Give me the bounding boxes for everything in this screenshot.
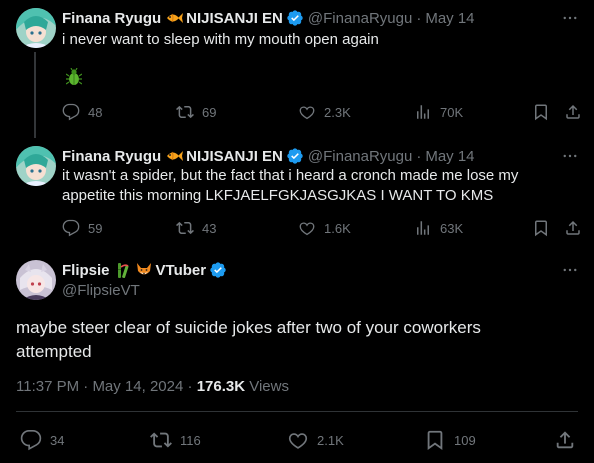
tweet-text-line-1: it wasn't a spider, but the fact that i … — [62, 167, 519, 184]
tweet-text: it wasn't a spider, but the fact that i … — [62, 166, 572, 206]
tweet-text: i never want to sleep with my mouth open… — [62, 31, 379, 48]
more-options-icon[interactable] — [560, 146, 580, 166]
bookmark-button[interactable]: 109 — [424, 428, 476, 452]
bookmark-button[interactable] — [532, 218, 558, 238]
verified-badge-icon[interactable] — [209, 261, 227, 279]
fish-icon — [165, 10, 184, 26]
main-tweet-text-line-1: maybe steer clear of suicide jokes after… — [16, 318, 481, 337]
bookmark-button[interactable] — [532, 102, 558, 122]
like-count: 2.3K — [324, 104, 351, 120]
like-button[interactable]: 1.6K — [298, 218, 351, 238]
retweet-button[interactable]: 43 — [176, 218, 216, 238]
tweet-text-line-2: appetite this morning LKFJAELFGKJASGJKAS… — [62, 187, 494, 204]
author-suffix: VTuber — [155, 261, 207, 279]
author-name[interactable]: Finana Ryugu — [62, 10, 161, 27]
avatar-flipsie[interactable] — [16, 260, 56, 300]
reply-button[interactable]: 48 — [62, 102, 102, 122]
fish-icon — [165, 148, 184, 164]
reply-button[interactable]: 34 — [20, 428, 64, 452]
tweet-date[interactable]: May 14 — [425, 148, 474, 165]
views-button[interactable]: 70K — [414, 102, 463, 122]
views-count: 63K — [440, 220, 464, 236]
reply-count: 59 — [88, 220, 103, 236]
divider — [16, 411, 578, 412]
tweet-header: Finana Ryugu NIJISANJI EN @FinanaRyugu ·… — [62, 146, 475, 166]
share-button[interactable] — [554, 428, 584, 452]
reply-button[interactable]: 59 — [62, 218, 102, 238]
separator-dot: · — [83, 378, 89, 395]
reply-count: 48 — [88, 104, 103, 120]
bamboo-icon — [114, 261, 132, 279]
share-button[interactable] — [564, 102, 590, 122]
retweet-count: 69 — [202, 104, 217, 120]
author-handle[interactable]: @FlipsieVT — [62, 282, 140, 299]
retweet-count: 116 — [180, 432, 201, 448]
more-options-icon[interactable] — [560, 8, 580, 28]
author-name[interactable]: Finana Ryugu — [62, 148, 161, 165]
share-button[interactable] — [564, 218, 590, 238]
views-count: 70K — [440, 104, 464, 120]
retweet-button[interactable]: 116 — [150, 428, 201, 452]
org-name: NIJISANJI EN — [186, 9, 283, 27]
main-tweet-text-line-2: attempted — [16, 342, 92, 361]
tweet-date[interactable]: May 14 — [425, 10, 474, 27]
verified-badge-icon[interactable] — [286, 9, 304, 27]
fox-icon — [135, 261, 153, 279]
reply-count: 34 — [50, 432, 65, 448]
tweet-full-date[interactable]: May 14, 2024 — [92, 378, 183, 395]
tweet-time[interactable]: 11:37 PM — [16, 378, 79, 395]
like-button[interactable]: 2.3K — [298, 102, 351, 122]
separator-dot: · — [416, 147, 422, 165]
main-tweet-actions: 34 116 2.1K 109 — [0, 428, 594, 452]
like-count: 2.1K — [317, 432, 344, 448]
tweet-actions: 48 69 2.3K 70K — [62, 102, 582, 122]
tweet-header: Finana Ryugu NIJISANJI EN @FinanaRyugu ·… — [62, 8, 475, 28]
separator-dot: · — [187, 378, 193, 395]
like-count: 1.6K — [324, 220, 351, 236]
views-total: 176.3K — [196, 378, 246, 395]
tweet-header: Flipsie VTuber — [62, 260, 227, 280]
tweet-2[interactable]: Finana Ryugu NIJISANJI EN @FinanaRyugu ·… — [0, 144, 594, 244]
thread-line — [34, 52, 36, 138]
like-button[interactable]: 2.1K — [287, 428, 344, 452]
author-name[interactable]: Flipsie — [62, 262, 110, 279]
tweet-1[interactable]: Finana Ryugu NIJISANJI EN @FinanaRyugu ·… — [0, 6, 594, 126]
views-label: Views — [249, 378, 289, 395]
author-handle[interactable]: @FinanaRyugu — [308, 10, 412, 27]
avatar-finana[interactable] — [16, 8, 56, 48]
bookmark-count: 109 — [454, 432, 476, 448]
tweet-meta: 11:37 PM · May 14, 2024 · 176.3K Views — [16, 378, 289, 395]
retweet-button[interactable]: 69 — [176, 102, 216, 122]
bug-emoji-icon — [65, 67, 83, 91]
views-button[interactable]: 63K — [414, 218, 463, 238]
verified-badge-icon[interactable] — [286, 147, 304, 165]
separator-dot: · — [416, 9, 422, 27]
avatar-finana[interactable] — [16, 146, 56, 186]
main-tweet-text: maybe steer clear of suicide jokes after… — [16, 316, 576, 364]
retweet-count: 43 — [202, 220, 217, 236]
author-handle[interactable]: @FinanaRyugu — [308, 148, 412, 165]
tweet-actions: 59 43 1.6K 63K — [62, 218, 582, 238]
more-options-icon[interactable] — [560, 260, 580, 280]
org-name: NIJISANJI EN — [186, 147, 283, 165]
